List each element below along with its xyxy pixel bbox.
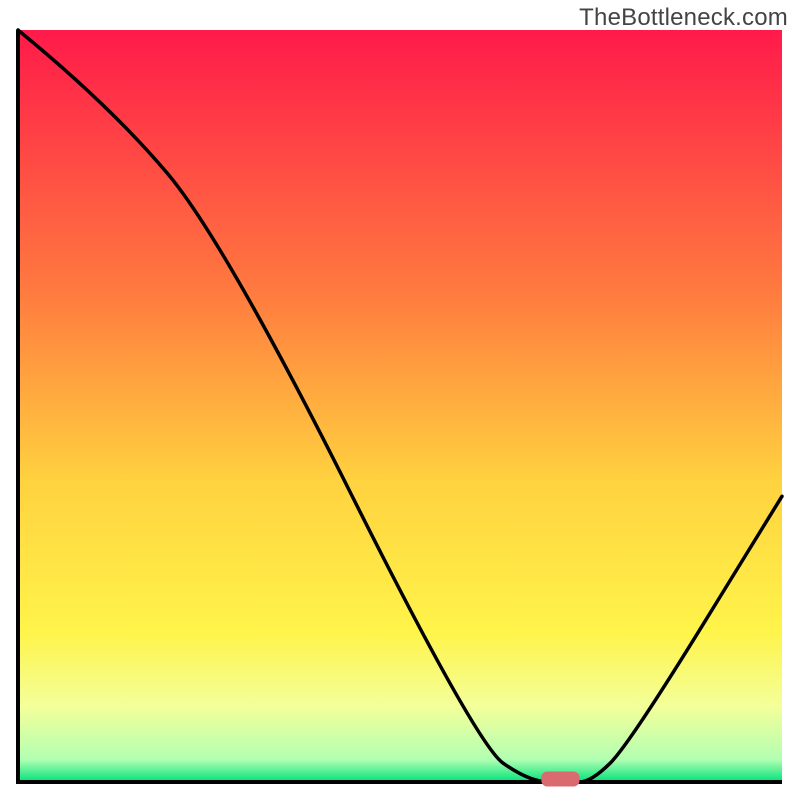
optimal-marker [541, 771, 579, 786]
chart-svg [0, 0, 800, 800]
bottleneck-chart: TheBottleneck.com [0, 0, 800, 800]
plot-background [18, 30, 782, 782]
watermark-text: TheBottleneck.com [579, 4, 788, 32]
